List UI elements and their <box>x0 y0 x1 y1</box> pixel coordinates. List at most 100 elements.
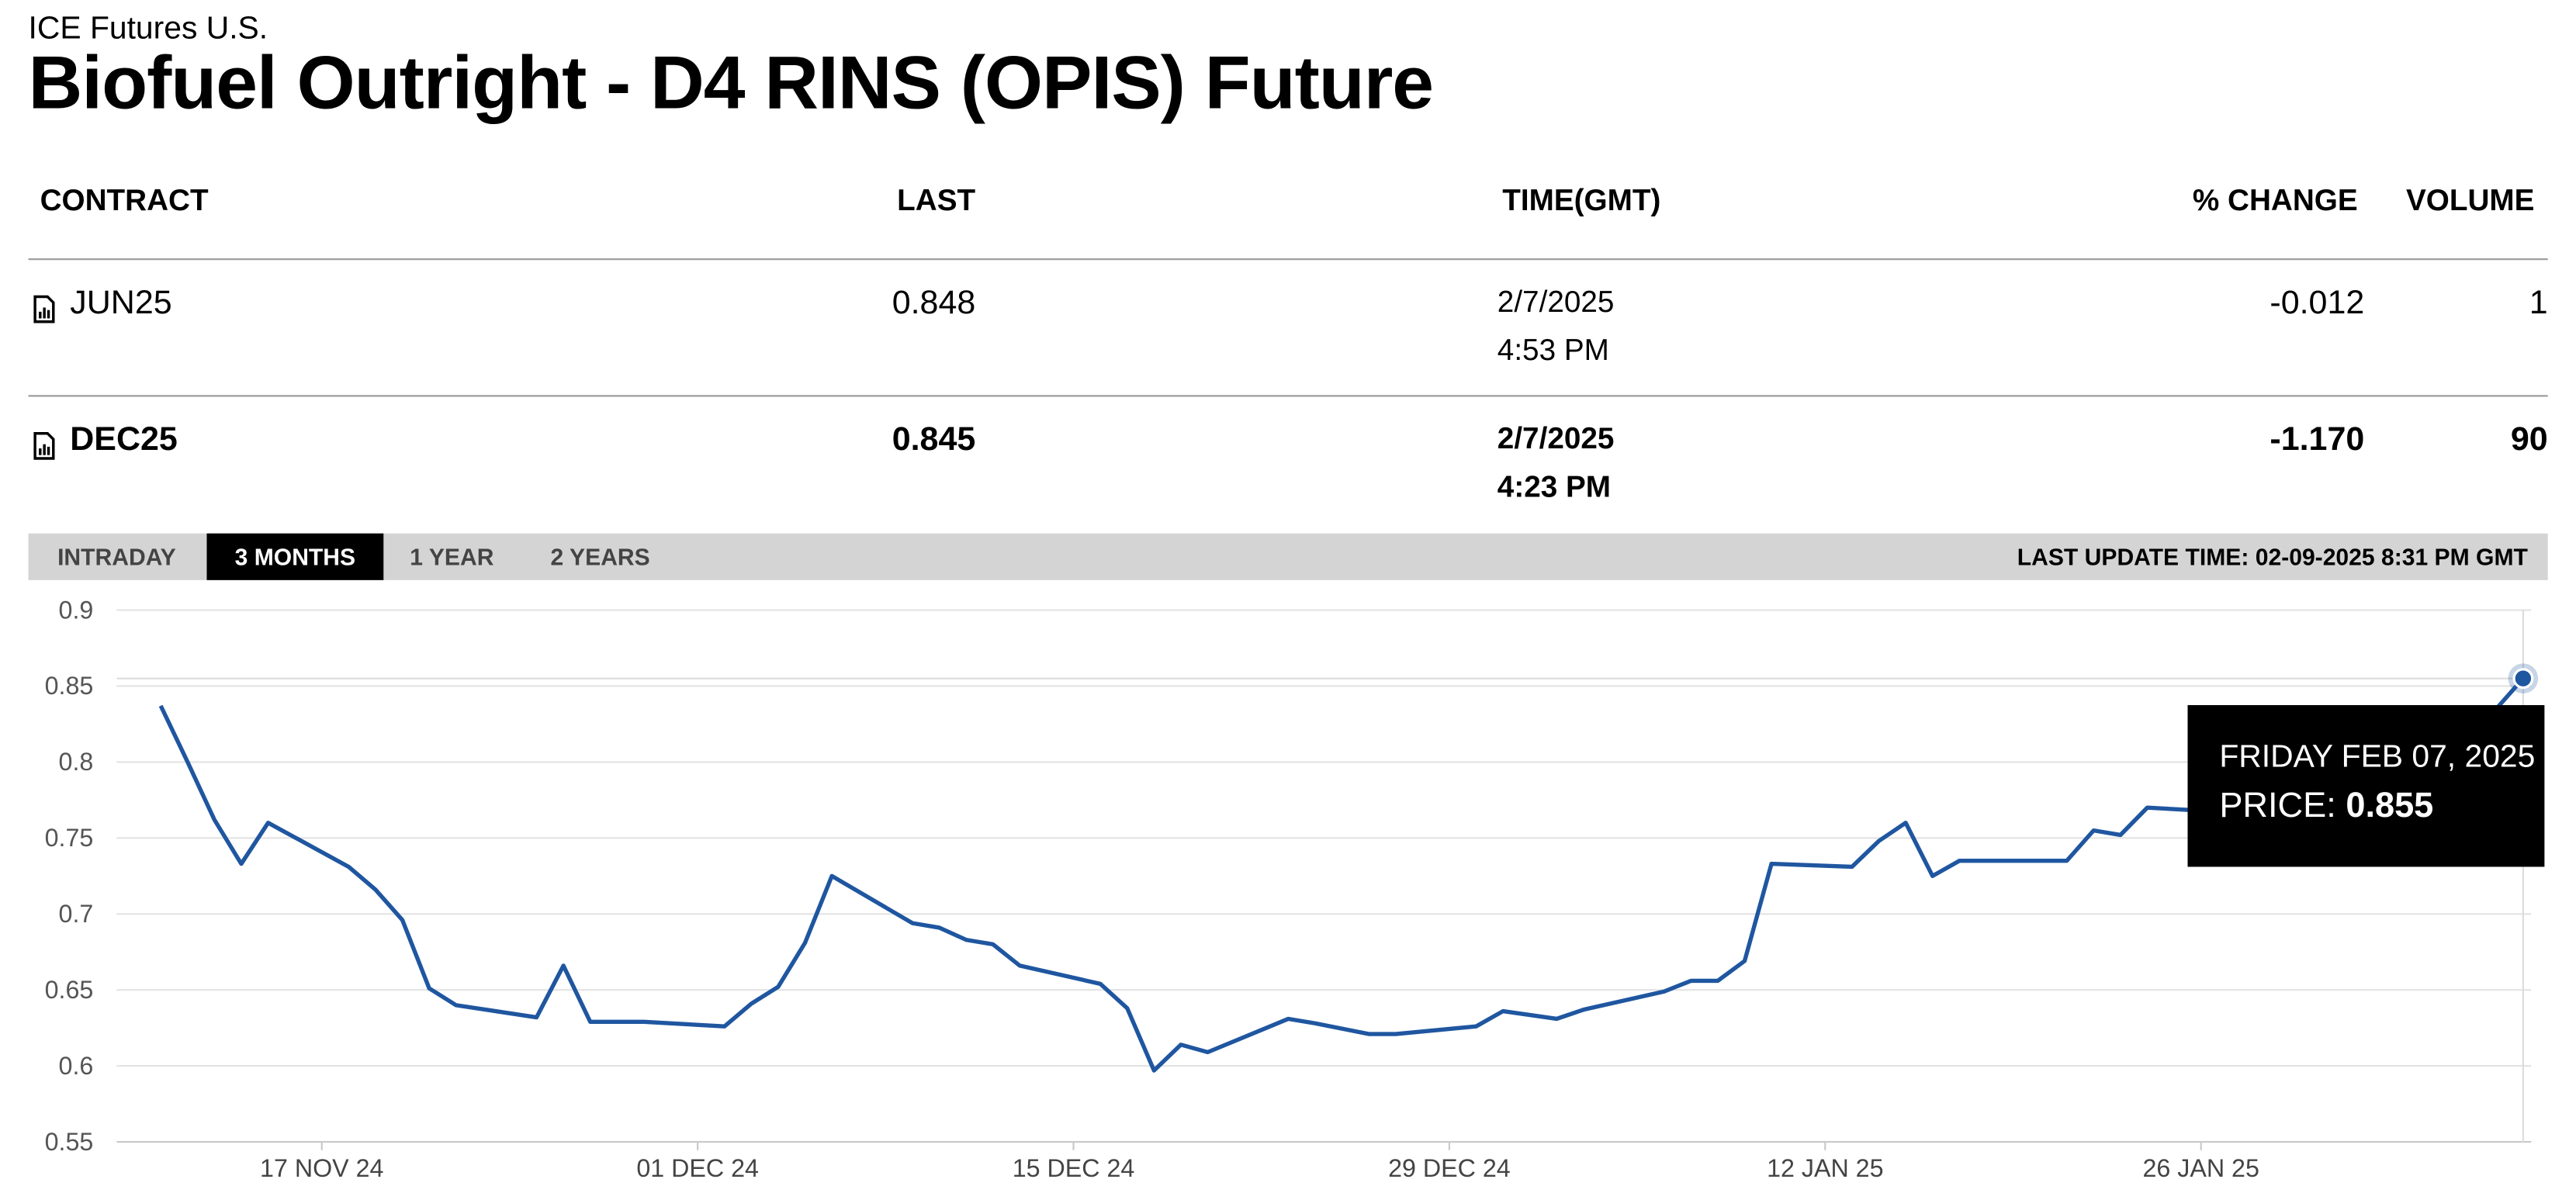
percent-change: -0.012 <box>2270 285 2365 322</box>
data-point <box>1768 860 1775 867</box>
data-point <box>1688 977 1695 984</box>
contract-name[interactable]: DEC25 <box>70 422 178 460</box>
data-point <box>2090 827 2097 834</box>
data-point <box>452 1001 459 1008</box>
x-tick-label: 26 JAN 25 <box>2142 1154 2259 1182</box>
tooltip-date: FRIDAY FEB 07, 2025 <box>2219 740 2536 776</box>
x-tick-label: 01 DEC 24 <box>636 1154 759 1182</box>
table-row[interactable]: DEC25 0.845 2/7/2025 4:23 PM -1.170 90 <box>0 422 2576 522</box>
data-point <box>238 860 245 867</box>
data-point <box>775 984 782 991</box>
data-point <box>1473 1023 1480 1030</box>
data-point <box>1715 977 1722 984</box>
data-point <box>1660 988 1667 995</box>
divider <box>28 395 2548 397</box>
data-point <box>372 887 379 894</box>
data-point <box>1956 857 1963 864</box>
tab-3-months[interactable]: 3 MONTHS <box>206 533 384 580</box>
col-time[interactable]: TIME(GMT) <box>1502 183 1660 218</box>
data-point <box>1366 1031 1373 1038</box>
y-tick-label: 0.65 <box>45 976 94 1004</box>
data-point <box>748 1001 755 1008</box>
col-last[interactable]: LAST <box>897 183 975 218</box>
data-point <box>1204 1049 1211 1056</box>
data-point <box>641 1018 648 1025</box>
trade-time: 4:53 PM <box>1497 333 1609 367</box>
data-point <box>963 936 970 943</box>
data-point <box>1097 980 1104 987</box>
data-point <box>211 817 218 824</box>
data-point <box>909 920 916 927</box>
data-point <box>587 1018 594 1025</box>
chart-doc-icon[interactable] <box>33 295 55 323</box>
trade-time: 4:23 PM <box>1497 470 1612 503</box>
data-point <box>533 1014 540 1021</box>
data-point <box>1016 963 1023 970</box>
tab-1-year[interactable]: 1 YEAR <box>392 534 512 580</box>
trade-date: 2/7/2025 <box>1497 421 1615 455</box>
data-point <box>345 863 352 870</box>
data-point <box>1124 1005 1130 1011</box>
data-point <box>1285 1015 1292 1022</box>
y-tick-label: 0.7 <box>59 900 94 928</box>
tooltip-price-line: PRICE: 0.855 <box>2219 787 2433 827</box>
x-tick-label: 29 DEC 24 <box>1388 1154 1511 1182</box>
last-update-time: LAST UPDATE TIME: 02-09-2025 8:31 PM GMT <box>2017 543 2528 570</box>
y-tick-label: 0.85 <box>45 672 94 700</box>
y-tick-label: 0.55 <box>45 1128 94 1156</box>
volume: 90 <box>2510 421 2548 458</box>
tab-intraday[interactable]: INTRADAY <box>29 534 206 580</box>
data-point <box>802 939 808 946</box>
chart-range-tabs: INTRADAY 3 MONTHS 1 YEAR 2 YEARS LAST UP… <box>28 533 2548 580</box>
highlight-point <box>2512 668 2534 690</box>
data-point <box>1392 1031 1399 1038</box>
data-point <box>184 759 191 766</box>
data-point <box>158 703 164 710</box>
price-tooltip: FRIDAY FEB 07, 2025 PRICE: 0.855 <box>2187 705 2545 867</box>
x-tick-label: 12 JAN 25 <box>1767 1154 1883 1182</box>
data-point <box>1875 838 1882 845</box>
contract-name[interactable]: JUN25 <box>70 285 171 323</box>
percent-change: -1.170 <box>2270 421 2365 458</box>
tooltip-price-value: 0.855 <box>2346 787 2434 825</box>
table-row[interactable]: JUN25 0.848 2/7/2025 4:53 PM -0.012 1 <box>0 285 2576 385</box>
price-chart[interactable]: 0.55 0.6 0.65 0.7 0.75 0.8 0.85 0.9 17 NOV 24 01 … <box>0 583 2576 1188</box>
data-point <box>2063 857 2070 864</box>
page-title: Biofuel Outright - D4 RINS (OPIS) Future <box>28 40 1435 126</box>
data-point <box>1581 1006 1587 1013</box>
table-header: CONTRACT LAST TIME(GMT) % CHANGE VOLUME <box>0 183 2576 223</box>
x-tick-label: 17 NOV 24 <box>260 1154 383 1182</box>
data-point <box>1500 1008 1507 1015</box>
x-tick-label: 15 DEC 24 <box>1013 1154 1135 1182</box>
data-point <box>2144 804 2151 811</box>
divider <box>28 258 2548 261</box>
data-point <box>829 873 836 880</box>
y-tick-label: 0.8 <box>59 748 94 776</box>
trade-date: 2/7/2025 <box>1497 285 1615 319</box>
data-point <box>560 963 567 970</box>
data-point <box>399 917 406 924</box>
tooltip-price-label: PRICE: <box>2219 787 2336 825</box>
price-line <box>158 676 2525 1073</box>
data-point <box>1553 1015 1560 1022</box>
data-point <box>265 819 272 826</box>
last-price: 0.848 <box>892 285 976 322</box>
tab-2-years[interactable]: 2 YEARS <box>528 534 672 580</box>
page: ICE Futures U.S. Biofuel Outright - D4 R… <box>0 0 2576 1188</box>
col-volume[interactable]: VOLUME <box>2406 183 2535 218</box>
chart-doc-icon[interactable] <box>33 432 55 461</box>
data-point <box>989 941 996 948</box>
y-tick-label: 0.6 <box>59 1052 94 1080</box>
col-contract[interactable]: CONTRACT <box>40 183 209 218</box>
y-tick-label: 0.75 <box>45 824 94 852</box>
data-point <box>1929 873 1936 880</box>
data-point <box>1312 1020 1319 1027</box>
data-point <box>1178 1041 1185 1048</box>
data-point <box>1903 819 1909 826</box>
y-tick-label: 0.9 <box>59 596 94 624</box>
data-point <box>1151 1067 1158 1074</box>
data-point <box>721 1023 728 1030</box>
data-point <box>2117 832 2124 839</box>
col-change[interactable]: % CHANGE <box>2193 183 2358 218</box>
data-point <box>426 985 433 992</box>
